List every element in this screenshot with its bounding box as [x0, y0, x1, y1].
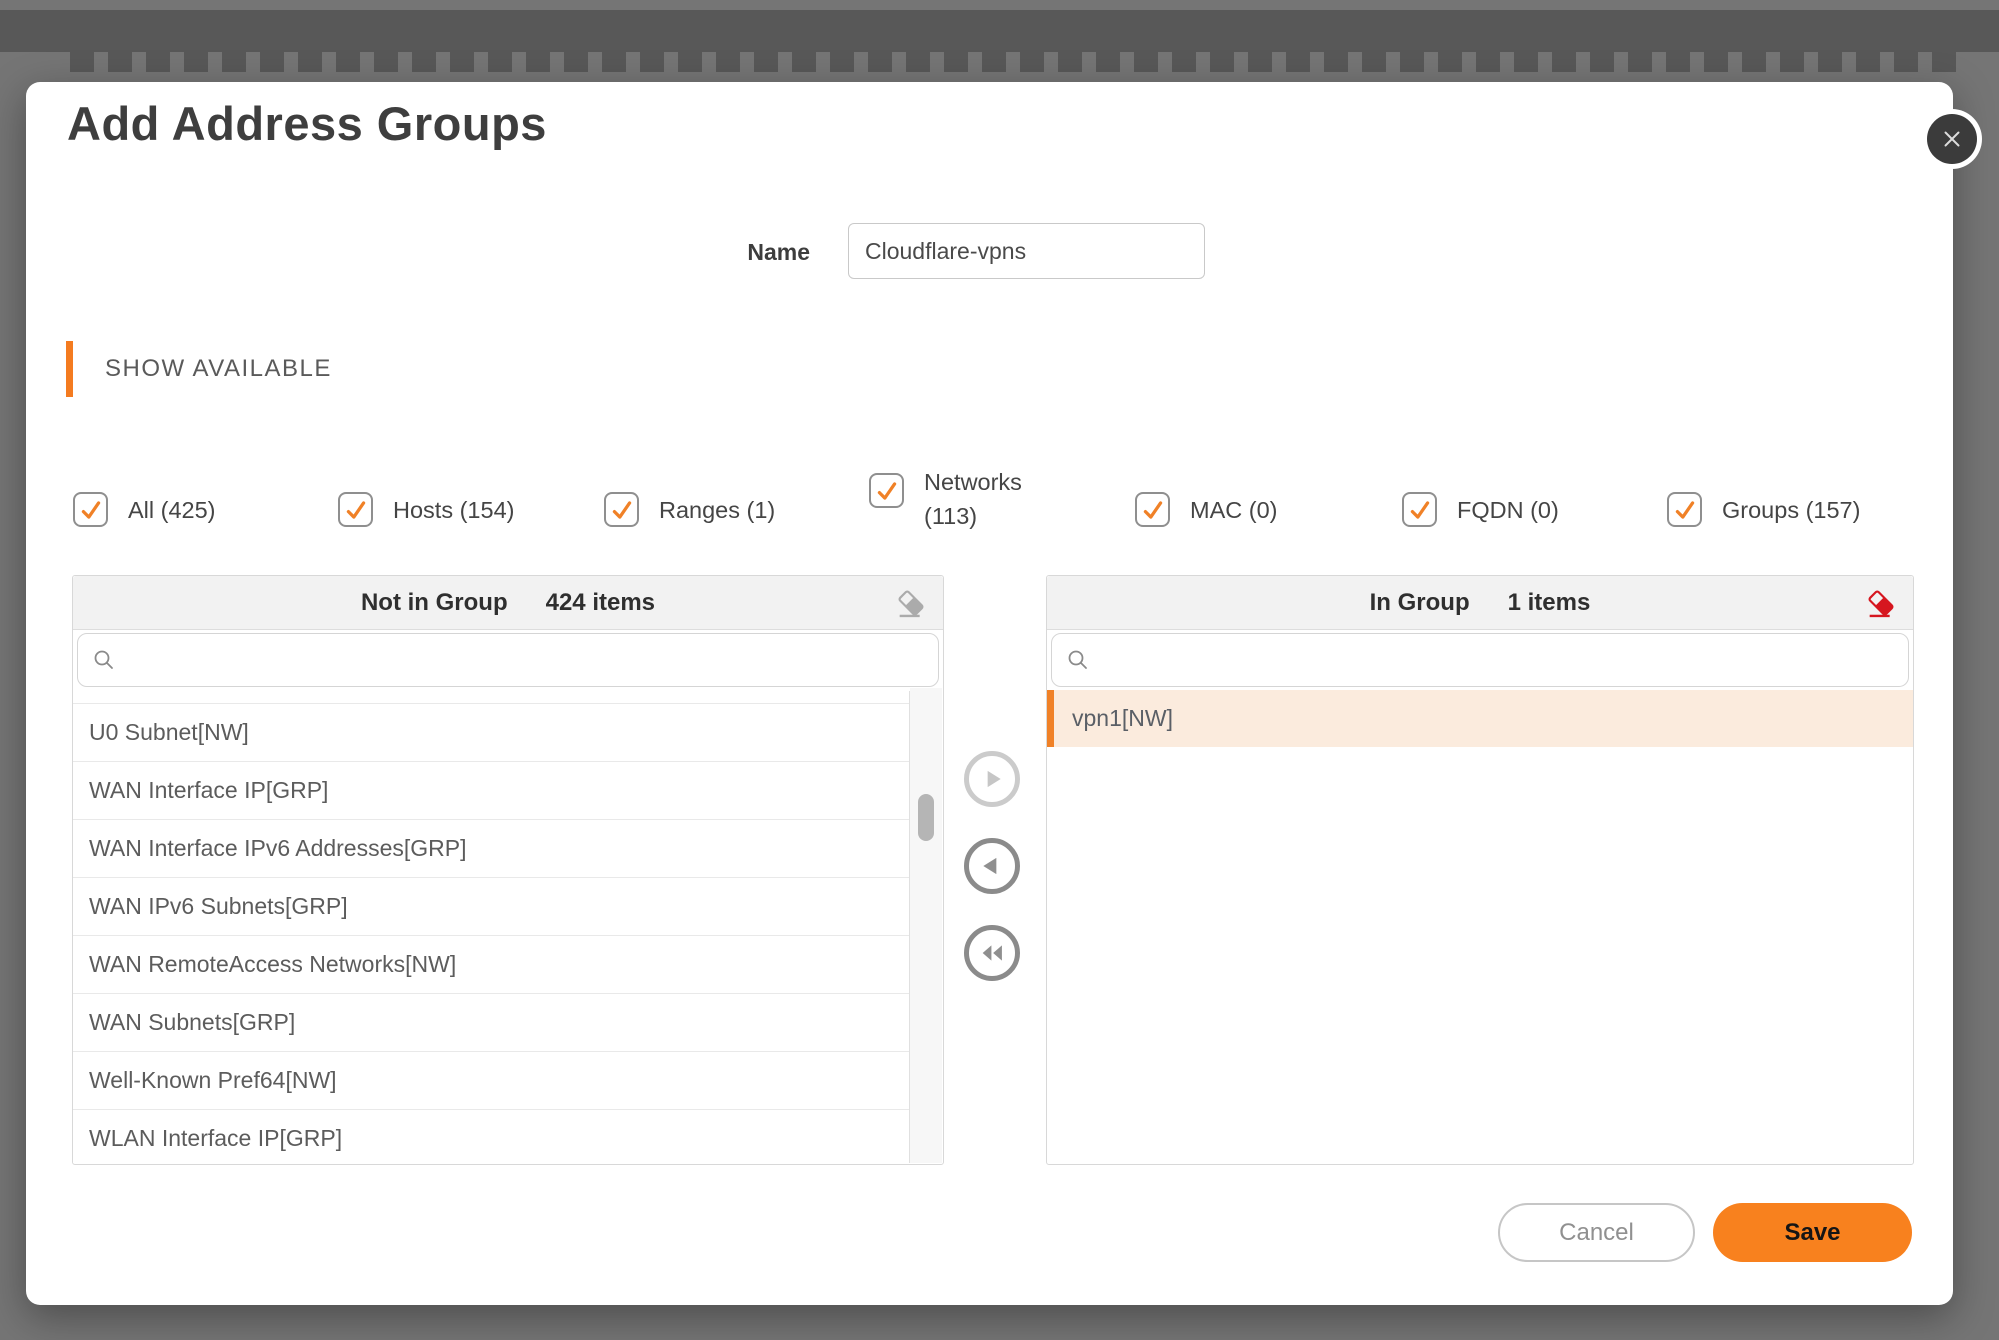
- list-item-label: WAN Subnets[GRP]: [89, 1009, 295, 1036]
- list-item[interactable]: vpn1[NW]: [1047, 690, 1913, 747]
- left-scrollbar-thumb[interactable]: [918, 794, 934, 841]
- eraser-icon: [895, 587, 927, 619]
- list-item[interactable]: WAN RemoteAccess Networks[NW]: [73, 936, 909, 994]
- list-item[interactable]: WLAN Interface IP[GRP]: [73, 1110, 909, 1163]
- filter-checkbox[interactable]: Ranges (1): [604, 492, 775, 527]
- panel-title: In Group: [1370, 589, 1470, 617]
- not-in-group-header: Not in Group 424 items: [73, 576, 943, 630]
- in-group-header: In Group 1 items: [1047, 576, 1913, 630]
- list-item[interactable]: WAN IPv6 Subnets[GRP]: [73, 878, 909, 936]
- not-in-group-search: [77, 633, 939, 687]
- list-item-label: WAN IPv6 Subnets[GRP]: [89, 893, 348, 920]
- list-item[interactable]: Well-Known Pref64[NW]: [73, 1052, 909, 1110]
- list-item-label: WAN Interface IP[GRP]: [89, 777, 328, 804]
- filter-checkbox[interactable]: Networks (113): [869, 465, 1058, 533]
- add-address-groups-dialog: Add Address Groups Name SHOW AVAILABLE A…: [26, 82, 1953, 1305]
- filter-label: MAC (0): [1190, 493, 1277, 527]
- in-group-search-input[interactable]: [1100, 646, 1894, 674]
- filter-checkbox[interactable]: Groups (157): [1667, 492, 1860, 527]
- checkbox-checked-icon: [604, 492, 639, 527]
- list-item-label: WAN RemoteAccess Networks[NW]: [89, 951, 456, 978]
- list-item[interactable]: WAN Interface IP[GRP]: [73, 762, 909, 820]
- filter-label: Ranges (1): [659, 493, 775, 527]
- clear-in-group-button[interactable]: [1861, 583, 1901, 623]
- list-item-label: WLAN Interface IP[GRP]: [89, 1125, 342, 1152]
- screen-background: Add Address Groups Name SHOW AVAILABLE A…: [0, 0, 1999, 1340]
- panel-count: 1 items: [1508, 589, 1591, 617]
- dimmed-page-tabs: [70, 52, 1959, 72]
- dimmed-page-header: [0, 10, 1999, 52]
- list-item-label: WAN Interface IPv6 Addresses[GRP]: [89, 835, 467, 862]
- close-icon: [1939, 126, 1965, 152]
- filter-checkbox[interactable]: FQDN (0): [1402, 492, 1559, 527]
- section-accent-bar: [66, 341, 73, 397]
- list-item[interactable]: WAN Interface IPv6 Addresses[GRP]: [73, 820, 909, 878]
- not-in-group-search-input[interactable]: [126, 646, 924, 674]
- filter-label: Groups (157): [1722, 493, 1860, 527]
- arrow-right-icon: [979, 766, 1005, 792]
- close-button[interactable]: [1927, 114, 1977, 164]
- name-label: Name: [690, 238, 810, 266]
- in-group-panel: In Group 1 items: [1046, 575, 1914, 1165]
- show-available-section: SHOW AVAILABLE: [66, 341, 332, 397]
- checkbox-checked-icon: [1667, 492, 1702, 527]
- save-button[interactable]: Save: [1713, 1203, 1912, 1262]
- filter-checkbox[interactable]: Hosts (154): [338, 492, 514, 527]
- list-item-label: Well-Known Pref64[NW]: [89, 1067, 337, 1094]
- left-scrollbar-track[interactable]: [910, 688, 942, 1163]
- name-input[interactable]: [848, 223, 1205, 279]
- list-item[interactable]: WAN Subnets[GRP]: [73, 994, 909, 1052]
- checkbox-checked-icon: [1135, 492, 1170, 527]
- clear-not-in-group-button[interactable]: [891, 583, 931, 623]
- search-icon: [92, 648, 116, 672]
- list-item[interactable]: U0 Subnet[NW]: [73, 704, 909, 762]
- filter-label: Hosts (154): [393, 493, 514, 527]
- in-group-search: [1051, 633, 1909, 687]
- dialog-title: Add Address Groups: [67, 96, 547, 151]
- filter-label: FQDN (0): [1457, 493, 1559, 527]
- remove-from-group-button[interactable]: [964, 838, 1020, 894]
- filter-checkbox[interactable]: All (425): [73, 492, 216, 527]
- remove-all-from-group-button[interactable]: [964, 925, 1020, 981]
- in-group-list: vpn1[NW]: [1047, 690, 1913, 1163]
- panel-title: Not in Group: [361, 589, 508, 617]
- list-item-partial: [73, 691, 909, 704]
- filter-label: Networks (113): [924, 465, 1058, 533]
- section-label: SHOW AVAILABLE: [105, 355, 332, 383]
- not-in-group-list: U0 Subnet[NW] WAN Interface IP[GRP] WAN …: [73, 691, 910, 1163]
- move-to-group-button[interactable]: [964, 751, 1020, 807]
- checkbox-checked-icon: [1402, 492, 1437, 527]
- cancel-button[interactable]: Cancel: [1498, 1203, 1695, 1262]
- filter-checkbox[interactable]: MAC (0): [1135, 492, 1277, 527]
- list-item-label: vpn1[NW]: [1072, 705, 1173, 732]
- checkbox-checked-icon: [869, 473, 904, 508]
- filter-label: All (425): [128, 493, 216, 527]
- list-item-label: U0 Subnet[NW]: [89, 719, 249, 746]
- arrow-left-icon: [979, 853, 1005, 879]
- panel-count: 424 items: [546, 589, 655, 617]
- checkbox-checked-icon: [73, 492, 108, 527]
- checkbox-checked-icon: [338, 492, 373, 527]
- search-icon: [1066, 648, 1090, 672]
- eraser-icon: [1865, 587, 1897, 619]
- not-in-group-panel: Not in Group 424 items: [72, 575, 944, 1165]
- double-arrow-left-icon: [978, 939, 1006, 967]
